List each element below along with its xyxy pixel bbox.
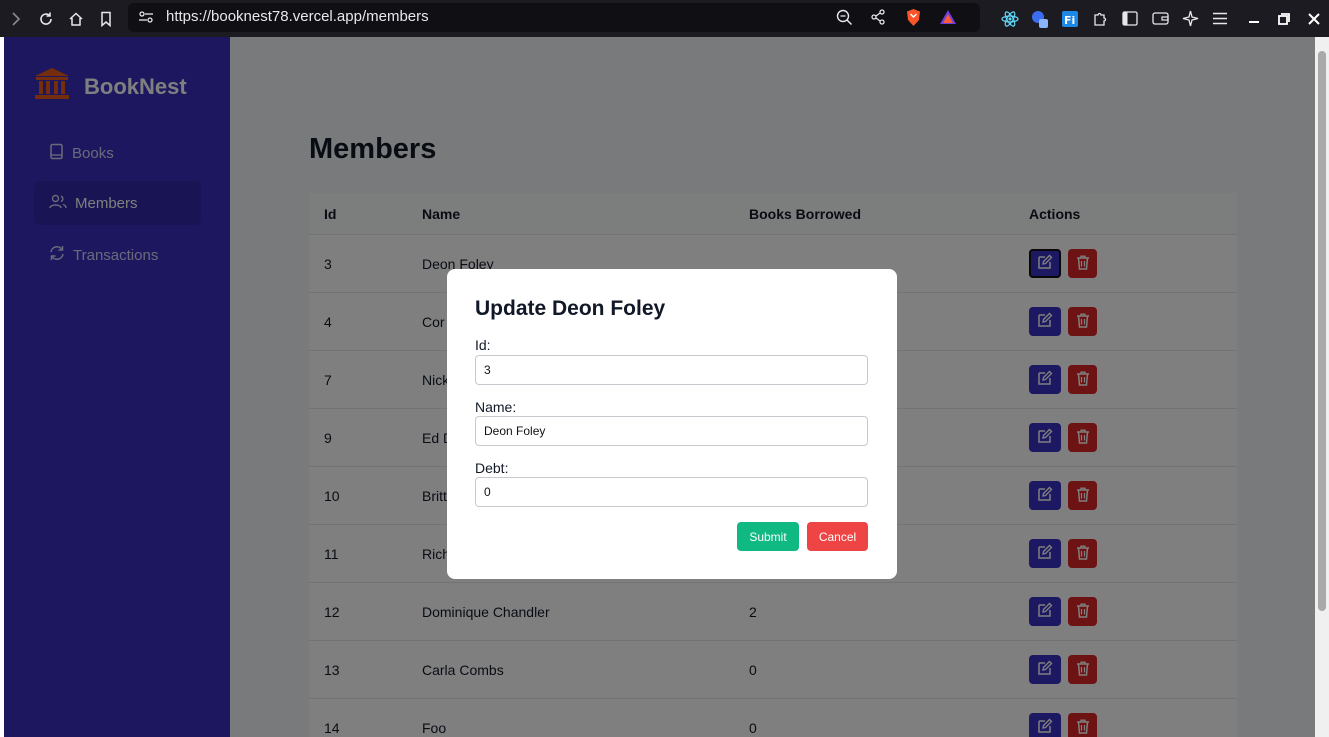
browser-toolbar: https://booknest78.vercel.app/members Fi bbox=[0, 0, 1329, 37]
reload-icon[interactable] bbox=[31, 0, 61, 37]
app: BookNest Books Members Transactions Memb… bbox=[4, 37, 1315, 737]
brave-shield-icon[interactable] bbox=[905, 8, 922, 32]
scrollbar-thumb[interactable] bbox=[1318, 51, 1326, 611]
zoom-icon[interactable] bbox=[836, 9, 853, 31]
home-icon[interactable] bbox=[61, 0, 91, 37]
forward-icon[interactable] bbox=[1, 0, 31, 37]
wallet-icon[interactable] bbox=[1145, 0, 1175, 37]
minimize-icon[interactable] bbox=[1239, 0, 1269, 37]
id-label: Id: bbox=[475, 337, 491, 353]
site-info-icon[interactable] bbox=[138, 10, 154, 29]
leo-ai-icon[interactable] bbox=[1175, 0, 1205, 37]
debt-field[interactable] bbox=[475, 477, 868, 507]
name-field[interactable] bbox=[475, 416, 868, 446]
share-icon[interactable] bbox=[870, 9, 886, 30]
page-scrollbar[interactable] bbox=[1315, 37, 1329, 737]
url-text: https://booknest78.vercel.app/members bbox=[166, 8, 429, 25]
fi-extension-icon[interactable]: Fi bbox=[1055, 0, 1085, 37]
close-window-icon[interactable] bbox=[1299, 0, 1329, 37]
bookmark-icon[interactable] bbox=[91, 0, 121, 37]
svg-text:Fi: Fi bbox=[1064, 14, 1075, 27]
submit-button[interactable]: Submit bbox=[737, 522, 799, 551]
brave-rewards-icon[interactable] bbox=[939, 9, 957, 30]
cancel-button[interactable]: Cancel bbox=[807, 522, 868, 551]
update-member-modal: Update Deon Foley Id: Name: Debt: Submit… bbox=[447, 269, 897, 579]
address-bar[interactable]: https://booknest78.vercel.app/members bbox=[128, 3, 980, 32]
react-devtools-icon[interactable] bbox=[995, 0, 1025, 37]
modal-title: Update Deon Foley bbox=[475, 297, 666, 320]
extension-icon[interactable] bbox=[1025, 0, 1055, 37]
restore-icon[interactable] bbox=[1269, 0, 1299, 37]
id-field[interactable] bbox=[475, 355, 868, 385]
sidebar-toggle-icon[interactable] bbox=[1115, 0, 1145, 37]
name-label: Name: bbox=[475, 399, 517, 415]
menu-icon[interactable] bbox=[1205, 0, 1235, 37]
debt-label: Debt: bbox=[475, 460, 509, 476]
extensions-puzzle-icon[interactable] bbox=[1085, 0, 1115, 37]
